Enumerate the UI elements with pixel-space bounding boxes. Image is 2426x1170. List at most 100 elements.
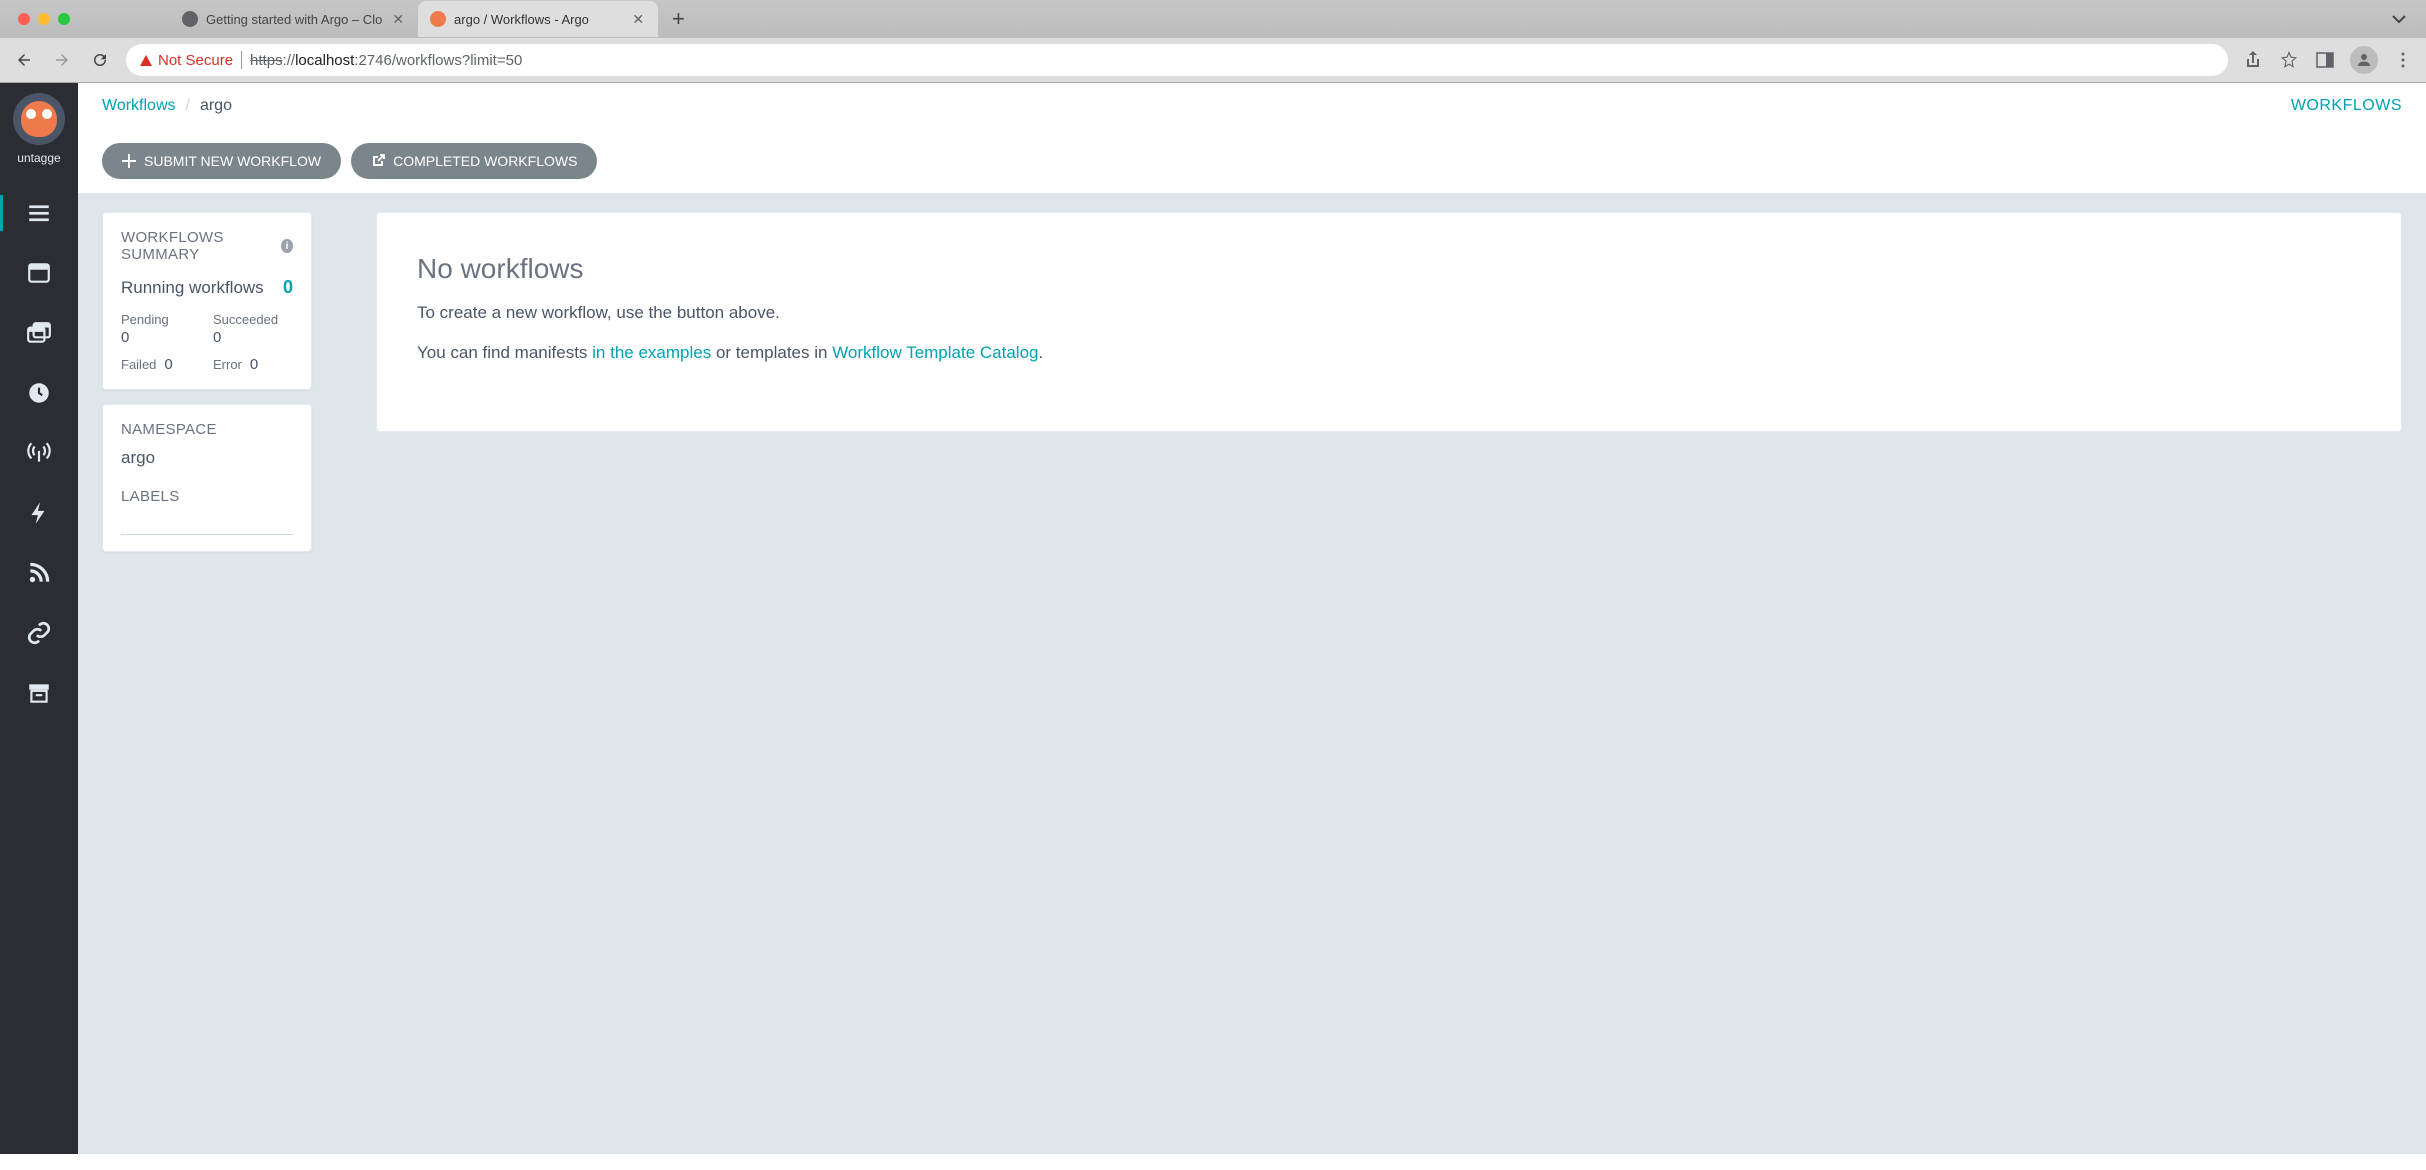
pending-cell: Pending 0: [121, 312, 201, 346]
main-area: Workflows / argo WORKFLOWS SUBMIT NEW WO…: [78, 83, 2426, 1154]
argo-octopus-icon: [21, 101, 57, 137]
sidebar-item-eventsources[interactable]: [0, 543, 78, 603]
sidebar-item-sensors[interactable]: [0, 423, 78, 483]
url-path: :2746/workflows?limit=50: [354, 52, 522, 69]
tab-title: argo / Workflows - Argo: [454, 12, 622, 27]
security-warning: Not Secure: [140, 52, 233, 69]
tab-strip: Getting started with Argo – Clo ✕ argo /…: [0, 0, 2426, 38]
breadcrumb-root-link[interactable]: Workflows: [102, 97, 176, 115]
rss-icon: [26, 560, 52, 586]
sidebar-item-events[interactable]: [0, 483, 78, 543]
pending-label: Pending: [121, 312, 201, 327]
link-icon: [26, 620, 52, 646]
running-value: 0: [283, 277, 293, 298]
error-label: Error: [213, 357, 242, 372]
url-scheme: https: [250, 52, 283, 69]
failed-label: Failed: [121, 357, 156, 372]
error-cell: Error 0: [213, 354, 293, 373]
sidebar-item-cron[interactable]: [0, 363, 78, 423]
submit-workflow-button[interactable]: SUBMIT NEW WORKFLOW: [102, 143, 341, 179]
info-icon[interactable]: i: [281, 239, 293, 253]
namespace-value: argo: [121, 448, 293, 468]
panel-button[interactable]: [2314, 49, 2336, 71]
error-value: 0: [250, 356, 258, 373]
namespace-card: NAMESPACE argo LABELS: [102, 404, 312, 552]
share-button[interactable]: [2242, 49, 2264, 71]
new-tab-button[interactable]: +: [658, 6, 699, 32]
close-tab-icon[interactable]: ✕: [630, 9, 646, 30]
app-root: untagge: [0, 83, 2426, 1154]
summary-stats: Pending 0 Succeeded 0 Failed 0 Error: [121, 312, 293, 373]
empty-line2: You can find manifests in the examples o…: [417, 343, 2361, 363]
namespace-title: NAMESPACE: [121, 421, 293, 438]
sidebar-item-archive[interactable]: [0, 663, 78, 723]
workflows-empty-card: No workflows To create a new workflow, u…: [376, 212, 2402, 432]
browser-tab-inactive[interactable]: Getting started with Argo – Clo ✕: [170, 1, 418, 37]
plus-icon: [122, 154, 136, 168]
external-link-icon: [371, 154, 385, 168]
empty-line1: To create a new workflow, use the button…: [417, 303, 2361, 323]
labels-input[interactable]: [121, 515, 293, 535]
stacked-windows-icon: [26, 320, 52, 346]
menu-button[interactable]: [2392, 49, 2414, 71]
browser-tab-active[interactable]: argo / Workflows - Argo ✕: [418, 1, 658, 37]
failed-value: 0: [164, 356, 172, 373]
bookmark-button[interactable]: [2278, 49, 2300, 71]
tab-overflow-button[interactable]: [2392, 11, 2406, 27]
archive-icon: [26, 680, 52, 706]
labels-title: LABELS: [121, 488, 293, 505]
breadcrumb-current: argo: [200, 97, 232, 115]
empty-text-c: .: [1039, 343, 1044, 362]
profile-button[interactable]: [2350, 46, 2378, 74]
page-label: WORKFLOWS: [2291, 97, 2402, 115]
warning-triangle-icon: [140, 55, 152, 66]
empty-text-b: or templates in: [711, 343, 832, 362]
sidebar: untagge: [0, 83, 78, 1154]
summary-title-text: WORKFLOWS SUMMARY: [121, 229, 275, 263]
breadcrumb-separator: /: [186, 97, 190, 115]
submit-workflow-label: SUBMIT NEW WORKFLOW: [144, 153, 321, 169]
filter-panel: WORKFLOWS SUMMARY i Running workflows 0 …: [102, 212, 312, 1136]
globe-icon: [182, 11, 198, 27]
summary-title: WORKFLOWS SUMMARY i: [121, 229, 293, 263]
argo-favicon-icon: [430, 11, 446, 27]
completed-workflows-button[interactable]: COMPLETED WORKFLOWS: [351, 143, 597, 179]
address-bar[interactable]: Not Secure https://localhost:2746/workfl…: [126, 44, 2228, 76]
sidebar-username: untagge: [17, 151, 60, 165]
minimize-window-button[interactable]: [38, 13, 50, 25]
sidebar-item-templates[interactable]: [0, 243, 78, 303]
back-button[interactable]: [12, 48, 36, 72]
content: WORKFLOWS SUMMARY i Running workflows 0 …: [78, 194, 2426, 1154]
sidebar-item-cluster-templates[interactable]: [0, 303, 78, 363]
succeeded-cell: Succeeded 0: [213, 312, 293, 346]
browser-chrome: Getting started with Argo – Clo ✕ argo /…: [0, 0, 2426, 83]
argo-logo[interactable]: [13, 93, 65, 145]
close-window-button[interactable]: [18, 13, 30, 25]
breadcrumb-row: Workflows / argo WORKFLOWS: [78, 83, 2426, 129]
sidebar-item-links[interactable]: [0, 603, 78, 663]
separator: [241, 51, 242, 69]
security-warning-text: Not Secure: [158, 52, 233, 69]
maximize-window-button[interactable]: [58, 13, 70, 25]
breadcrumb: Workflows / argo: [102, 97, 232, 115]
failed-cell: Failed 0: [121, 354, 201, 373]
succeeded-value: 0: [213, 329, 293, 346]
forward-button[interactable]: [50, 48, 74, 72]
sidebar-item-workflows[interactable]: [0, 183, 78, 243]
completed-workflows-label: COMPLETED WORKFLOWS: [393, 153, 577, 169]
browser-toolbar: Not Secure https://localhost:2746/workfl…: [0, 38, 2426, 82]
bolt-icon: [26, 500, 52, 526]
url-text: https://localhost:2746/workflows?limit=5…: [250, 52, 522, 69]
template-catalog-link[interactable]: Workflow Template Catalog: [832, 343, 1038, 362]
reload-button[interactable]: [88, 48, 112, 72]
succeeded-label: Succeeded: [213, 312, 293, 327]
summary-card: WORKFLOWS SUMMARY i Running workflows 0 …: [102, 212, 312, 390]
examples-link[interactable]: in the examples: [592, 343, 711, 362]
action-row: SUBMIT NEW WORKFLOW COMPLETED WORKFLOWS: [78, 129, 2426, 193]
page-header: Workflows / argo WORKFLOWS SUBMIT NEW WO…: [78, 83, 2426, 194]
url-host: localhost: [295, 52, 354, 69]
running-workflows-row: Running workflows 0: [121, 277, 293, 298]
antenna-icon: [26, 440, 52, 466]
close-tab-icon[interactable]: ✕: [390, 9, 406, 30]
pending-value: 0: [121, 329, 201, 346]
